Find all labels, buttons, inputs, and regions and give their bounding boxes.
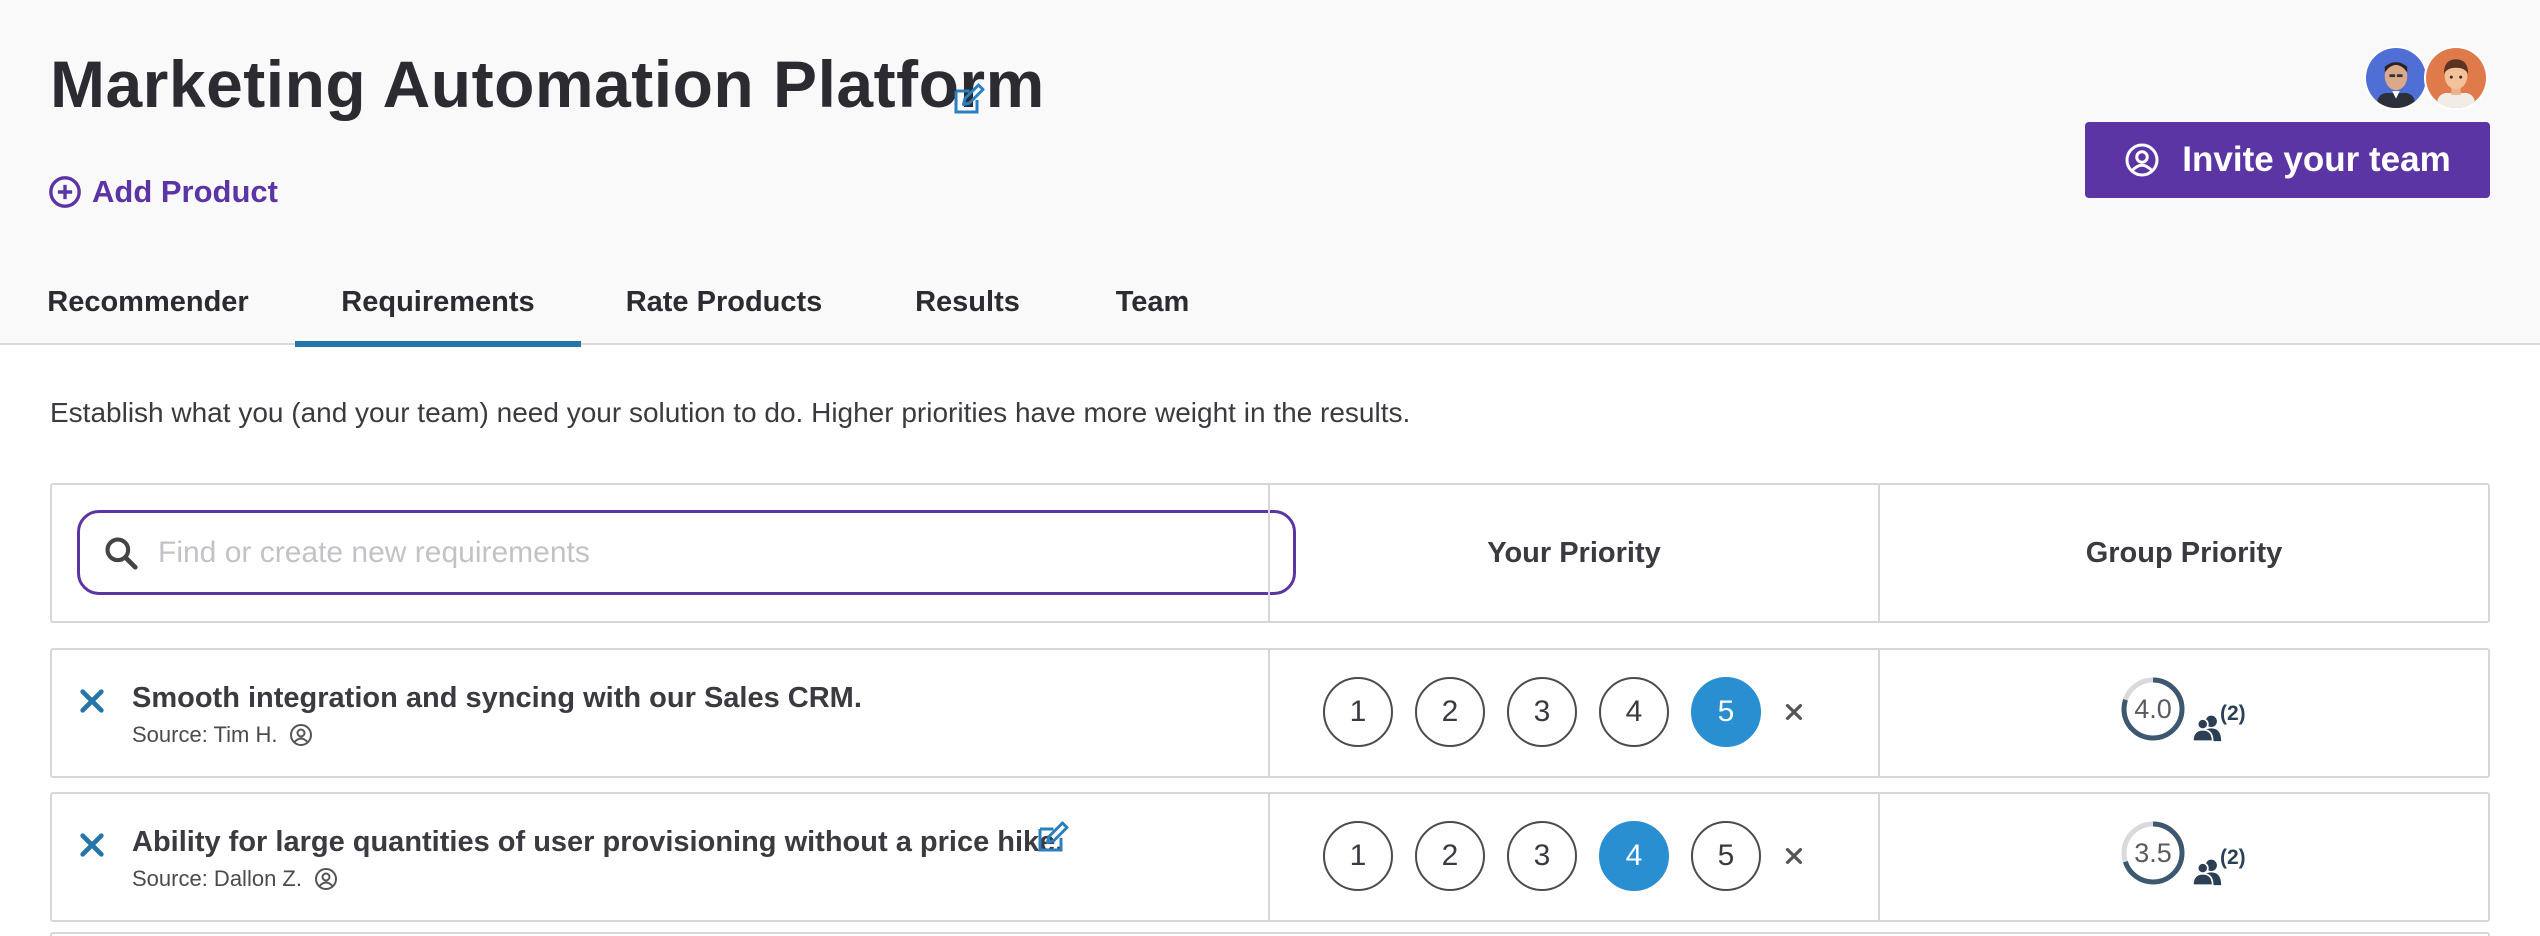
- user-circle-icon: [2125, 143, 2159, 177]
- tab-team[interactable]: Team: [1115, 275, 1190, 345]
- tab-requirements[interactable]: Requirements: [295, 275, 581, 347]
- requirement-source: Source: Dallon Z.: [132, 866, 338, 892]
- search-input[interactable]: [158, 535, 1258, 570]
- user-avatar-2[interactable]: [2424, 46, 2488, 110]
- table-row: [50, 932, 2490, 936]
- edit-title-icon[interactable]: [950, 82, 986, 118]
- tab-rate-products[interactable]: Rate Products: [626, 275, 823, 345]
- people-icon: [2191, 859, 2222, 887]
- page-header: Marketing Automation Platform Add Produc…: [0, 0, 2540, 347]
- priority-3-button[interactable]: 3: [1507, 821, 1577, 891]
- team-avatars: [2364, 46, 2492, 110]
- user-avatar-1[interactable]: [2364, 46, 2428, 110]
- group-count: (2): [2220, 702, 2246, 725]
- user-circle-icon: [314, 868, 337, 890]
- add-product-button[interactable]: Add Product: [48, 170, 278, 214]
- edit-requirement-icon[interactable]: [1034, 820, 1070, 856]
- column-divider: [1268, 794, 1270, 920]
- people-icon: [2191, 715, 2222, 743]
- priority-5-button[interactable]: 5: [1691, 677, 1761, 747]
- add-product-label: Add Product: [92, 174, 278, 209]
- priority-1-button[interactable]: 1: [1323, 677, 1393, 747]
- priority-1-button[interactable]: 1: [1323, 821, 1393, 891]
- priority-2-button[interactable]: 2: [1415, 821, 1485, 891]
- priority-4-button[interactable]: 4: [1599, 821, 1669, 891]
- your-priority-header: Your Priority: [1487, 536, 1661, 569]
- group-count: (2): [2220, 846, 2246, 869]
- column-divider: [1878, 794, 1880, 920]
- column-divider: [1268, 650, 1270, 776]
- priority-5-button[interactable]: 5: [1691, 821, 1761, 891]
- remove-requirement-icon[interactable]: [78, 831, 106, 859]
- intro-text: Establish what you (and your team) need …: [50, 397, 1411, 428]
- group-score-value: 3.5: [2134, 837, 2172, 868]
- table-row: Ability for large quantities of user pro…: [50, 792, 2490, 922]
- group-score-value: 4.0: [2134, 693, 2172, 724]
- invite-team-label: Invite your team: [2182, 140, 2451, 179]
- priority-3-button[interactable]: 3: [1507, 677, 1577, 747]
- user-circle-icon: [290, 724, 313, 746]
- search-icon: [105, 536, 138, 570]
- priority-4-button[interactable]: 4: [1599, 677, 1669, 747]
- requirement-text: Smooth integration and syncing with our …: [132, 682, 862, 714]
- group-score-ring: 4.0: [2120, 676, 2186, 742]
- invite-team-button[interactable]: Invite your team: [2085, 122, 2490, 198]
- tab-results[interactable]: Results: [915, 275, 1020, 345]
- requirement-text: Ability for large quantities of user pro…: [132, 826, 1064, 858]
- group-priority-header: Group Priority: [2085, 536, 2283, 569]
- requirements-table-header: Your Priority Group Priority: [50, 483, 2490, 623]
- column-divider: [1878, 650, 1880, 776]
- plus-circle-icon: [49, 176, 81, 208]
- table-row: Smooth integration and syncing with our …: [50, 648, 2490, 778]
- priority-2-button[interactable]: 2: [1415, 677, 1485, 747]
- requirement-search: [77, 510, 1296, 595]
- tab-recommender[interactable]: Recommender: [47, 275, 248, 345]
- group-score-ring: 3.5: [2120, 820, 2186, 886]
- page-title: Marketing Automation Platform: [50, 47, 1045, 121]
- clear-priority-icon[interactable]: [1783, 845, 1805, 867]
- clear-priority-icon[interactable]: [1783, 701, 1805, 723]
- remove-requirement-icon[interactable]: [78, 687, 106, 715]
- requirement-source: Source: Tim H.: [132, 722, 313, 748]
